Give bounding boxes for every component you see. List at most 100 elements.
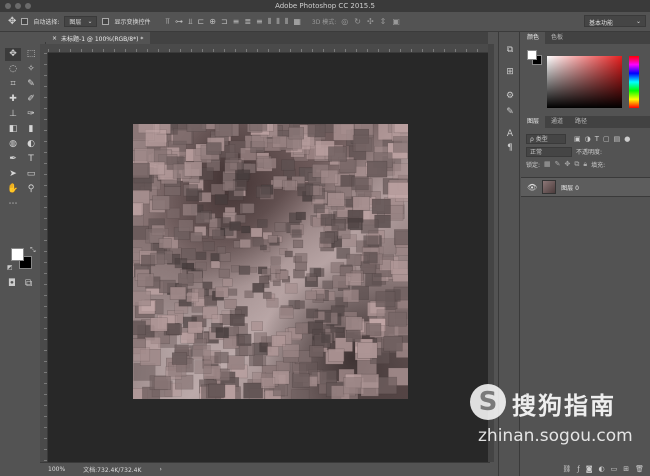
panel-foreground-swatch[interactable] — [527, 50, 537, 60]
tab-layers[interactable]: 图层 — [521, 116, 546, 128]
lasso-tool-icon[interactable]: ◌ — [5, 63, 21, 76]
hue-slider[interactable] — [629, 56, 639, 108]
drag-3d-icon[interactable]: ✣ — [367, 17, 374, 26]
filter-type-icon[interactable]: T — [595, 135, 599, 143]
filter-shape-icon[interactable]: ▢ — [603, 135, 610, 143]
move-tool-preset-icon[interactable]: ✥ — [8, 16, 16, 27]
filter-smartobject-icon[interactable]: ▤ — [614, 135, 621, 143]
lock-image-icon[interactable]: ✎ — [555, 160, 561, 169]
marquee-tool-icon[interactable]: ⬚ — [23, 48, 39, 61]
eraser-tool-icon[interactable]: ◧ — [5, 123, 21, 136]
history-panel-icon[interactable]: ⧉ — [504, 44, 516, 56]
gradient-tool-icon[interactable]: ▮ — [23, 123, 39, 136]
distribute-vcenter-icon[interactable]: ≣ — [244, 17, 251, 27]
layer-filter-dropdown[interactable]: ρ 类型 — [526, 133, 566, 144]
tab-color[interactable]: 颜色 — [521, 32, 546, 44]
default-colors-icon[interactable]: ◩ — [7, 264, 13, 271]
screen-mode-icon[interactable]: ⧉ — [25, 278, 32, 289]
healing-brush-tool-icon[interactable]: ✚ — [5, 93, 21, 106]
ruler-origin[interactable] — [40, 44, 48, 53]
close-window-button[interactable] — [5, 3, 11, 9]
distribute-hcenter-icon[interactable]: ⦀ — [276, 17, 280, 27]
link-layers-icon[interactable]: ⛓︎ — [562, 465, 571, 473]
zoom-window-button[interactable] — [25, 3, 31, 9]
eye-icon[interactable]: 👁︎ — [527, 183, 537, 192]
new-layer-icon[interactable]: ⊞ — [623, 465, 629, 473]
distribute-right-icon[interactable]: ⦀ — [285, 17, 289, 27]
layer-thumbnail[interactable] — [542, 180, 557, 194]
eyedropper-tool-icon[interactable]: ✎ — [23, 78, 39, 91]
adjustment-layer-icon[interactable]: ◐ — [599, 465, 605, 473]
blend-mode-dropdown[interactable]: 正常 — [526, 146, 572, 157]
align-top-icon[interactable]: ⫪ — [165, 17, 170, 27]
lock-artboard-icon[interactable]: ⧉ — [574, 160, 579, 169]
auto-select-checkbox[interactable] — [21, 18, 29, 25]
scale-3d-icon[interactable]: ▣ — [392, 17, 400, 26]
document-canvas[interactable] — [133, 124, 408, 399]
pen-tool-icon[interactable]: ✒ — [5, 153, 21, 166]
layer-row[interactable]: 👁︎ 图层 0 — [521, 177, 650, 197]
minimize-window-button[interactable] — [15, 3, 21, 9]
lock-all-icon[interactable]: 🔒︎ — [583, 160, 587, 169]
crop-tool-icon[interactable]: ⌗ — [5, 78, 21, 91]
new-group-icon[interactable]: ▭ — [611, 465, 618, 473]
dodge-tool-icon[interactable]: ◐ — [23, 138, 39, 151]
brush-panel-icon[interactable]: ✎ — [504, 106, 516, 118]
foreground-color-swatch[interactable] — [11, 248, 24, 261]
window-controls[interactable] — [5, 3, 31, 9]
lock-position-icon[interactable]: ✥ — [565, 160, 571, 169]
filter-pixel-icon[interactable]: ▣ — [574, 135, 581, 143]
tab-swatches[interactable]: 色板 — [545, 32, 569, 44]
distribute-bottom-icon[interactable]: ≡ — [256, 17, 263, 27]
align-right-icon[interactable]: ⊐ — [221, 17, 228, 27]
character-panel-icon[interactable]: A — [504, 128, 516, 140]
distribute-top-icon[interactable]: ≡ — [233, 17, 240, 27]
zoom-level[interactable]: 100% — [48, 466, 65, 473]
color-picker-field[interactable] — [547, 56, 622, 108]
delete-layer-icon[interactable]: 🗑︎ — [635, 465, 644, 473]
quick-mask-icon[interactable]: ◘ — [8, 278, 16, 289]
tab-channels[interactable]: 通道 — [545, 116, 569, 128]
move-tool-icon[interactable]: ✥ — [5, 48, 21, 61]
path-selection-tool-icon[interactable]: ➤ — [5, 168, 21, 181]
zoom-tool-icon[interactable]: ⚲ — [23, 183, 39, 196]
auto-select-dropdown[interactable]: 图层 ⌄ — [64, 16, 98, 27]
clone-stamp-tool-icon[interactable]: ⊥ — [5, 108, 21, 121]
document-size-info[interactable]: 文档:732.4K/732.4K — [83, 465, 141, 474]
show-transform-checkbox[interactable] — [102, 18, 110, 25]
distribute-left-icon[interactable]: ⦀ — [268, 17, 272, 27]
slide-3d-icon[interactable]: ⇕ — [380, 17, 387, 26]
align-left-icon[interactable]: ⊏ — [198, 17, 205, 27]
adjustments-panel-icon[interactable]: ⚙ — [504, 90, 516, 102]
magic-wand-tool-icon[interactable]: ✧ — [23, 63, 39, 76]
align-bottom-icon[interactable]: ⫫ — [188, 17, 193, 27]
layer-name[interactable]: 图层 0 — [561, 183, 579, 192]
properties-panel-icon[interactable]: ⊞ — [504, 66, 516, 78]
workspace-dropdown[interactable]: 基本功能 ⌄ — [584, 15, 646, 27]
status-menu-arrow-icon[interactable]: › — [159, 466, 161, 473]
shape-tool-icon[interactable]: ▭ — [23, 168, 39, 181]
type-tool-icon[interactable]: T — [23, 153, 39, 166]
align-vcenter-icon[interactable]: ⊶ — [175, 17, 183, 27]
blur-tool-icon[interactable]: ◍ — [5, 138, 21, 151]
roll-3d-icon[interactable]: ↻ — [354, 17, 361, 26]
tab-paths[interactable]: 路径 — [569, 116, 593, 128]
auto-align-icon[interactable]: ▦ — [293, 17, 301, 27]
history-brush-tool-icon[interactable]: ✑ — [23, 108, 39, 121]
canvas-pasteboard[interactable] — [48, 53, 488, 462]
filter-toggle-icon[interactable]: ● — [624, 135, 630, 143]
paragraph-panel-icon[interactable]: ¶ — [504, 142, 516, 154]
edit-toolbar-icon[interactable]: ⋯ — [5, 198, 21, 211]
hand-tool-icon[interactable]: ✋ — [5, 183, 21, 196]
add-mask-icon[interactable]: ◙ — [586, 465, 593, 473]
swap-colors-icon[interactable]: ⤡ — [30, 246, 36, 255]
document-tab[interactable]: × 未标题-1 @ 100%(RGB/8*) * — [48, 32, 150, 44]
layer-style-icon[interactable]: ƒ — [577, 465, 579, 473]
orbit-3d-icon[interactable]: ◎ — [341, 17, 348, 26]
brush-tool-icon[interactable]: ✐ — [23, 93, 39, 106]
filter-adjustment-icon[interactable]: ◑ — [585, 135, 591, 143]
horizontal-ruler[interactable] — [48, 44, 488, 53]
vertical-ruler[interactable] — [40, 53, 48, 462]
lock-transparency-icon[interactable]: ▦ — [544, 160, 551, 169]
align-hcenter-icon[interactable]: ⊕ — [209, 17, 216, 27]
